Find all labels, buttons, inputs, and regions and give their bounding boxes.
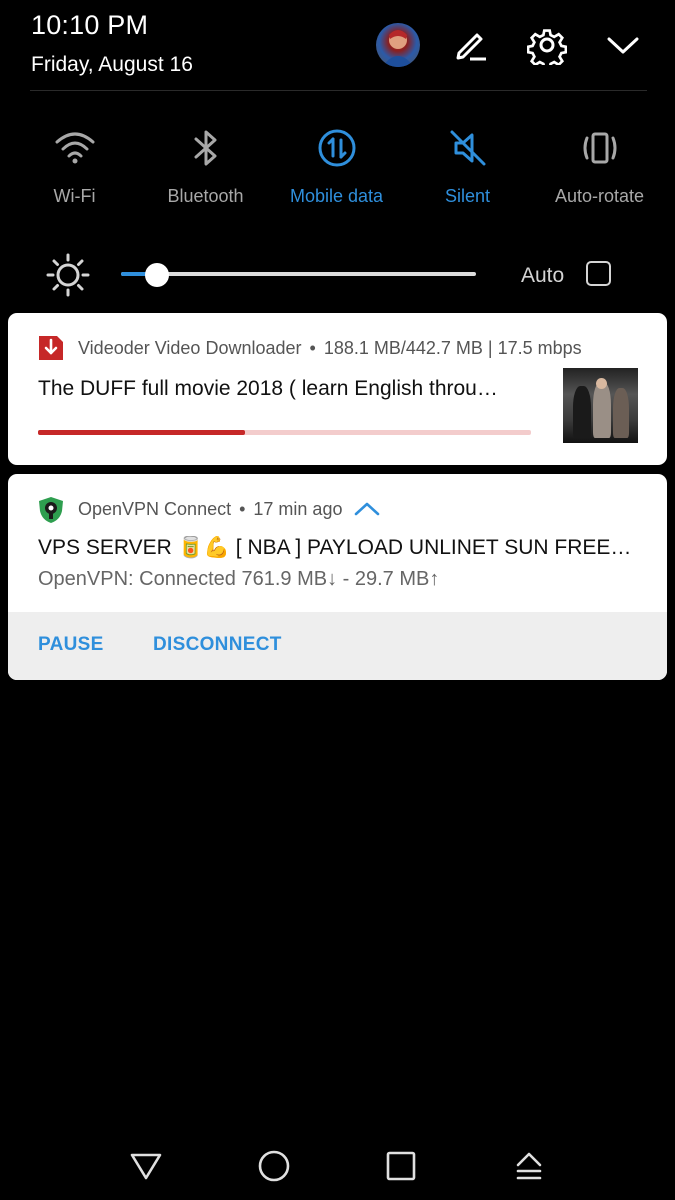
avatar[interactable] [376,23,420,67]
notification-meta: 188.1 MB/442.7 MB | 17.5 mbps [323,337,582,358]
notification-app-name: Videoder Video Downloader [78,337,302,358]
toggle-silent[interactable]: Silent [402,122,533,207]
header-divider [30,90,647,91]
edit-icon[interactable] [451,25,491,65]
collapse-chevron-icon[interactable] [603,25,643,65]
expand-chevron-icon[interactable] [354,501,380,517]
notification-videoder[interactable]: Videoder Video Downloader • 188.1 MB/442… [8,313,667,465]
clock-time: 10:10 PM [31,10,149,40]
toggle-wifi[interactable]: Wi-Fi [9,122,140,207]
wifi-icon [49,122,101,174]
silent-icon [442,122,494,174]
notification-status: OpenVPN: Connected 761.9 MB↓ - 29.7 MB↑ [38,568,440,590]
notification-header: OpenVPN Connect • 17 min ago [38,496,380,523]
mobile-data-icon [311,122,363,174]
toggle-label: Silent [444,186,491,206]
toggle-label: Wi-Fi [53,186,96,206]
brightness-slider-track[interactable] [121,272,476,276]
toggle-bluetooth[interactable]: Bluetooth [140,122,271,207]
download-icon [38,335,64,361]
notification-header: Videoder Video Downloader • 188.1 MB/442… [38,335,582,361]
toggle-label: Bluetooth [167,186,244,206]
settings-icon[interactable] [527,25,567,65]
vpn-shield-icon [38,496,64,523]
toggle-auto-rotate[interactable]: Auto-rotate [534,122,665,207]
date-label: Friday, August 16 [31,53,193,76]
download-progress-fill [38,430,246,435]
auto-rotate-icon [574,122,626,174]
auto-brightness-label: Auto [521,264,565,287]
notification-title: The DUFF full movie 2018 ( learn English… [38,377,498,400]
disconnect-button[interactable]: DISCONNECT [153,634,282,656]
pause-button[interactable]: PAUSE [38,634,104,656]
home-icon[interactable] [251,1143,297,1189]
notification-actions: PAUSE DISCONNECT [8,612,667,680]
toggle-label: Auto-rotate [554,186,645,206]
notification-openvpn[interactable]: OpenVPN Connect • 17 min ago VPS SERVER … [8,474,667,680]
bluetooth-icon [180,122,232,174]
recents-icon[interactable] [378,1143,424,1189]
toggle-mobile-data[interactable]: Mobile data [271,122,402,207]
notification-app-name: OpenVPN Connect [78,498,232,519]
brightness-icon [45,252,91,298]
notification-manager-icon[interactable] [506,1143,552,1189]
back-icon[interactable] [123,1143,169,1189]
auto-brightness-checkbox[interactable] [586,261,611,286]
video-thumbnail[interactable] [563,368,638,443]
notification-title: VPS SERVER 🥫💪 [ NBA ] PAYLOAD UNLINET SU… [38,536,638,559]
toggle-label: Mobile data [289,186,384,206]
notification-meta: 17 min ago [253,498,343,519]
brightness-slider-thumb[interactable] [144,263,169,287]
